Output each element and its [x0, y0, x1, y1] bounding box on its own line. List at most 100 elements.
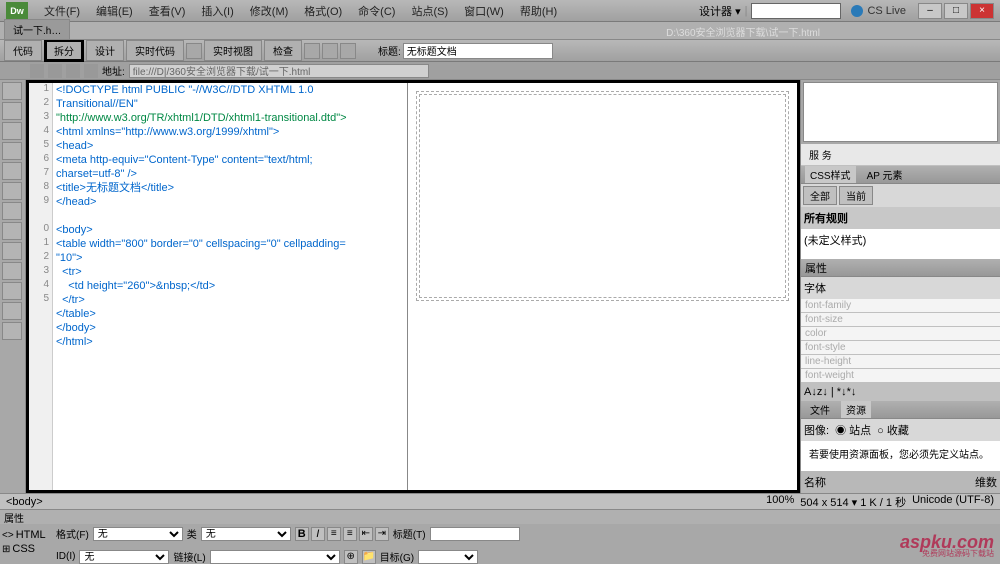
- toolbar-icon[interactable]: [186, 43, 202, 59]
- vtool-icon[interactable]: [2, 302, 22, 320]
- right-panels: 服 务 CSS样式 AP 元素 全部 当前 所有规则 (未定义样式) 属性 字体…: [800, 80, 1000, 493]
- address-input[interactable]: [129, 64, 429, 78]
- menu-insert[interactable]: 插入(I): [193, 1, 241, 21]
- tag-selector[interactable]: <body>: [6, 496, 43, 508]
- view-design[interactable]: 设计: [86, 40, 124, 61]
- vtool-icon[interactable]: [2, 182, 22, 200]
- vtool-icon[interactable]: [2, 202, 22, 220]
- prop-panel-header[interactable]: 属性: [801, 259, 1000, 277]
- vtool-icon[interactable]: [2, 242, 22, 260]
- vtool-icon[interactable]: [2, 122, 22, 140]
- dimensions[interactable]: 504 x 514 ▾ 1 K / 1 秒: [800, 494, 906, 510]
- css-rules-header: 所有规则: [801, 207, 1000, 229]
- view-split[interactable]: 拆分: [44, 39, 84, 62]
- title-input[interactable]: [403, 43, 553, 59]
- vtool-icon[interactable]: [2, 102, 22, 120]
- menu-help[interactable]: 帮助(H): [512, 1, 565, 21]
- list-icon[interactable]: ≡: [343, 527, 357, 541]
- vtool-icon[interactable]: [2, 162, 22, 180]
- line-gutter: 123456789012345: [29, 83, 53, 490]
- address-bar: 地址:: [0, 62, 1000, 80]
- property-inspector: 属性 <> HTML ⊞ CSS 格式(F) 无 类 无 B I ≡ ≡ ⇤ ⇥…: [0, 509, 1000, 559]
- design-pane[interactable]: [407, 83, 797, 490]
- radio-fav[interactable]: ○ 收藏: [877, 422, 909, 438]
- table-preview[interactable]: [416, 91, 789, 301]
- search-input[interactable]: [751, 3, 841, 19]
- radio-site[interactable]: ◉ 站点: [835, 422, 871, 438]
- view-livecode[interactable]: 实时代码: [126, 40, 184, 61]
- indent-icon[interactable]: ⇥: [375, 527, 389, 541]
- indent-icon[interactable]: ⇤: [359, 527, 373, 541]
- css-prop-row[interactable]: font-size: [801, 313, 1000, 327]
- nav-home-icon[interactable]: [84, 64, 98, 78]
- view-inspect[interactable]: 检查: [264, 40, 302, 61]
- vtool-icon[interactable]: [2, 322, 22, 340]
- close-button[interactable]: ×: [970, 3, 994, 19]
- encoding[interactable]: Unicode (UTF-8): [912, 494, 994, 510]
- minimize-button[interactable]: –: [918, 3, 942, 19]
- status-bar: <body> 100% 504 x 514 ▾ 1 K / 1 秒 Unicod…: [0, 493, 1000, 509]
- css-prop-row[interactable]: color: [801, 327, 1000, 341]
- vtool-icon[interactable]: [2, 142, 22, 160]
- bold-icon[interactable]: B: [295, 527, 309, 541]
- doc-tab[interactable]: 试一下.h…: [4, 19, 70, 39]
- cslive[interactable]: CS Live: [851, 5, 906, 17]
- format-select[interactable]: 无: [93, 527, 183, 541]
- css-prop-row[interactable]: font-style: [801, 341, 1000, 355]
- css-prop-row[interactable]: line-height: [801, 355, 1000, 369]
- col-name: 名称: [804, 474, 975, 490]
- css-prop-row[interactable]: font-family: [801, 299, 1000, 313]
- menu-edit[interactable]: 编辑(E): [88, 1, 141, 21]
- mode-html[interactable]: <> HTML: [2, 529, 48, 541]
- id-select[interactable]: 无: [79, 550, 169, 564]
- css-panel-header[interactable]: CSS样式 AP 元素: [801, 166, 1000, 184]
- class-select[interactable]: 无: [201, 527, 291, 541]
- menu-command[interactable]: 命令(C): [350, 1, 403, 21]
- link-point-icon[interactable]: ⊕: [344, 550, 358, 564]
- link-select[interactable]: [210, 550, 340, 564]
- tab-ap[interactable]: AP 元素: [862, 166, 908, 183]
- workspace-switcher[interactable]: 设计器 ▾: [699, 3, 741, 19]
- list-icon[interactable]: ≡: [327, 527, 341, 541]
- menu-format[interactable]: 格式(O): [296, 1, 350, 21]
- menu-file[interactable]: 文件(F): [36, 1, 88, 21]
- vtool-icon[interactable]: [2, 262, 22, 280]
- vtool-icon[interactable]: [2, 222, 22, 240]
- files-panel-header[interactable]: 文件 资源: [801, 401, 1000, 419]
- maximize-button[interactable]: □: [944, 3, 968, 19]
- menu-view[interactable]: 查看(V): [141, 1, 194, 21]
- css-all-button[interactable]: 全部: [803, 186, 837, 205]
- nav-refresh-icon[interactable]: [66, 64, 80, 78]
- zoom-level[interactable]: 100%: [766, 494, 794, 510]
- cslive-icon: [851, 5, 863, 17]
- sort-buttons[interactable]: A↓z↓ | *↓*↓: [801, 383, 1000, 401]
- nav-back-icon[interactable]: [30, 64, 44, 78]
- vtool-icon[interactable]: [2, 282, 22, 300]
- view-code[interactable]: 代码: [4, 40, 42, 61]
- link-browse-icon[interactable]: 📁: [362, 550, 376, 564]
- css-prop-row[interactable]: font-weight: [801, 369, 1000, 383]
- images-label: 图像:: [804, 422, 829, 438]
- code-editor[interactable]: <!DOCTYPE html PUBLIC "-//W3C//DTD XHTML…: [53, 83, 407, 490]
- toolbar-icon[interactable]: [340, 43, 356, 59]
- menu-window[interactable]: 窗口(W): [456, 1, 512, 21]
- view-liveview[interactable]: 实时视图: [204, 40, 262, 61]
- css-current-button[interactable]: 当前: [839, 186, 873, 205]
- menu-site[interactable]: 站点(S): [403, 1, 456, 21]
- nav-fwd-icon[interactable]: [48, 64, 62, 78]
- toolbar-icon[interactable]: [304, 43, 320, 59]
- menu-modify[interactable]: 修改(M): [242, 1, 297, 21]
- mode-css[interactable]: ⊞ CSS: [2, 543, 48, 555]
- target-select[interactable]: [418, 550, 478, 564]
- toolbar-icon[interactable]: [322, 43, 338, 59]
- split-view: 123456789012345 <!DOCTYPE html PUBLIC "-…: [26, 80, 800, 493]
- italic-icon[interactable]: I: [311, 527, 325, 541]
- code-pane[interactable]: 123456789012345 <!DOCTYPE html PUBLIC "-…: [29, 83, 407, 490]
- prop-header[interactable]: 属性: [0, 510, 1000, 524]
- tab-files[interactable]: 文件: [805, 401, 835, 418]
- tab-resources[interactable]: 资源: [841, 401, 871, 418]
- tab-css[interactable]: CSS样式: [805, 166, 856, 183]
- view-toolbar: 代码 拆分 设计 实时代码 实时视图 检查 标题:: [0, 40, 1000, 62]
- title-field[interactable]: [430, 527, 520, 541]
- vtool-icon[interactable]: [2, 82, 22, 100]
